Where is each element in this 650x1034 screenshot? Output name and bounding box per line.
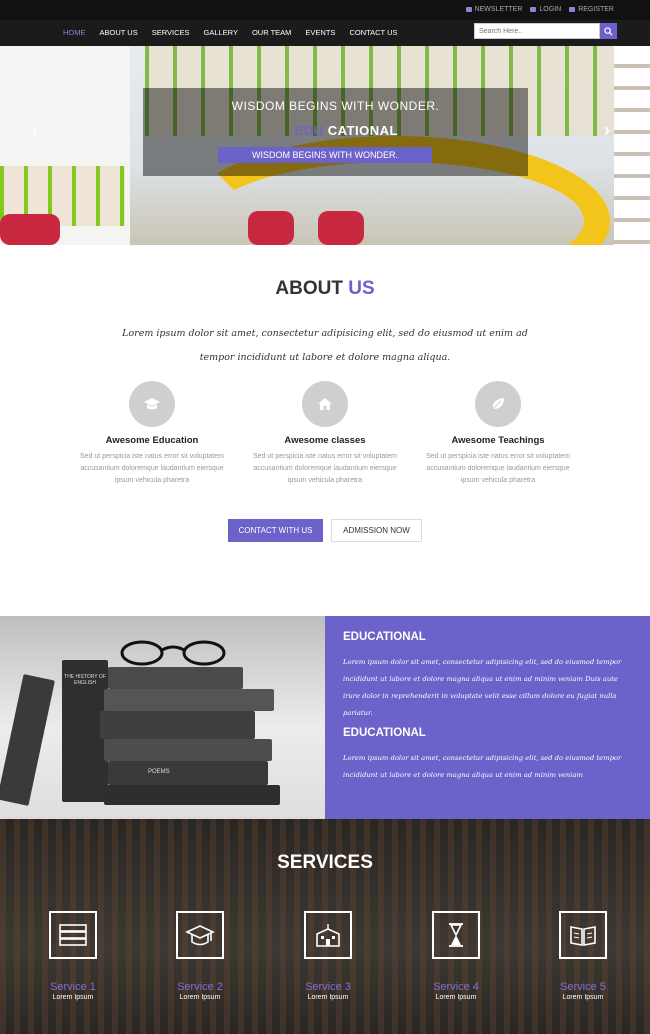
service-name: Service 4 — [433, 981, 479, 993]
hero-cta-button[interactable]: WISDOM BEGINS WITH WONDER. — [218, 147, 432, 163]
hero-photo-seat — [248, 211, 294, 245]
educational-heading: EDUCATIONAL — [343, 631, 426, 643]
top-links: NEWSLETTER LOGIN REGISTER — [465, 6, 614, 13]
hero-subtitle: EDU CATIONAL — [143, 123, 398, 138]
login-link[interactable]: LOGIN — [530, 6, 561, 13]
service-name: Service 2 — [177, 981, 223, 993]
book-title: POEMS — [148, 769, 170, 775]
service-sub: Lorem Ipsum — [179, 994, 221, 1001]
nav-item-gallery[interactable]: GALLERY — [197, 20, 245, 46]
home-icon — [302, 381, 348, 427]
feature-desc: Sed ut perspicia iste natus error sit vo… — [253, 453, 397, 484]
service-item-4[interactable]: Service 4 Lorem Ipsum — [421, 911, 491, 1001]
newsletter-link[interactable]: NEWSLETTER — [465, 6, 523, 13]
about-title-plain: ABOUT — [275, 278, 343, 299]
hero-title: WISDOM BEGINS WITH WONDER. — [231, 99, 440, 113]
contact-with-us-button[interactable]: CONTACT WITH US — [228, 519, 323, 542]
feature-desc: Sed ut perspicia iste natus error sit vo… — [426, 453, 570, 484]
services-title: SERVICES — [277, 852, 373, 873]
service-name: Service 3 — [305, 981, 351, 993]
leaf-icon — [475, 381, 521, 427]
slider-next-arrow[interactable]: › — [604, 120, 610, 141]
newsletter-label: NEWSLETTER — [474, 6, 523, 13]
educational-text: Lorem ipsum dolor sit amet, consectetur … — [343, 754, 622, 779]
service-item-1[interactable]: Service 1 Lorem Ipsum — [38, 911, 108, 1001]
educational-panel: EDUCATIONAL Lorem ipsum dolor sit amet, … — [325, 616, 650, 819]
hero-subtitle-highlight: EDU — [294, 123, 324, 138]
feature-title: Awesome Education — [105, 435, 199, 446]
slider-prev-arrow[interactable]: ‹ — [32, 120, 38, 141]
service-sub: Lorem Ipsum — [52, 994, 94, 1001]
mail-icon — [465, 7, 472, 12]
service-item-5[interactable]: Service 5 Lorem Ipsum — [548, 911, 618, 1001]
graduation-cap-icon — [176, 911, 224, 959]
nav-item-contact-us[interactable]: CONTACT US — [342, 20, 404, 46]
book: POEMS — [108, 761, 268, 785]
book — [104, 689, 274, 711]
feature-classes: Awesome classes Sed ut perspicia iste na… — [245, 381, 405, 487]
open-book-icon — [559, 911, 607, 959]
feature-title: Awesome Teachings — [451, 435, 545, 446]
register-link[interactable]: REGISTER — [569, 6, 614, 13]
search-icon — [604, 26, 613, 36]
about-title-highlight: US — [348, 278, 375, 299]
book — [104, 739, 272, 761]
nav-item-our-team[interactable]: OUR TEAM — [245, 20, 298, 46]
hourglass-icon — [432, 911, 480, 959]
admission-now-button[interactable]: ADMISSION NOW — [331, 519, 422, 542]
feature-teachings: Awesome Teachings Sed ut perspicia iste … — [418, 381, 578, 487]
about-text: Lorem ipsum dolor sit amet, consectetur … — [122, 328, 528, 363]
feature-education: Awesome Education Sed ut perspicia iste … — [72, 381, 232, 487]
user-icon — [569, 7, 576, 12]
book — [100, 711, 255, 739]
school-building-icon — [304, 911, 352, 959]
key-icon — [530, 7, 537, 12]
graduation-cap-icon — [129, 381, 175, 427]
service-sub: Lorem Ipsum — [562, 994, 604, 1001]
service-item-3[interactable]: Service 3 Lorem Ipsum — [293, 911, 363, 1001]
service-name: Service 1 — [50, 981, 96, 993]
nav-item-home[interactable]: HOME — [56, 20, 93, 46]
feature-desc: Sed ut perspicia iste natus error sit vo… — [80, 453, 224, 484]
book — [108, 667, 243, 689]
service-item-2[interactable]: Service 2 Lorem Ipsum — [165, 911, 235, 1001]
nav-item-events[interactable]: EVENTS — [298, 20, 342, 46]
educational-text: Lorem ipsum dolor sit amet, consectetur … — [343, 658, 622, 717]
service-name: Service 5 — [560, 981, 606, 993]
nav-item-services[interactable]: SERVICES — [145, 20, 197, 46]
top-bar: NEWSLETTER LOGIN REGISTER — [0, 0, 650, 20]
books-icon — [49, 911, 97, 959]
service-sub: Lorem Ipsum — [435, 994, 477, 1001]
nav-links: HOME ABOUT US SERVICES GALLERY OUR TEAM … — [56, 20, 405, 46]
feature-title: Awesome classes — [284, 435, 366, 446]
hero-subtitle-rest: CATIONAL — [327, 123, 398, 138]
book — [104, 785, 280, 805]
search-input[interactable] — [474, 23, 600, 39]
service-sub: Lorem Ipsum — [307, 994, 349, 1001]
glasses-icon — [120, 640, 226, 666]
book — [0, 674, 55, 806]
books-image: THE HISTORY OF ENGLISH POEMS — [0, 616, 325, 819]
book-title: THE HISTORY OF ENGLISH — [64, 674, 106, 686]
hero-photo-seat — [318, 211, 364, 245]
login-label: LOGIN — [539, 6, 562, 13]
nav-item-about-us[interactable]: ABOUT US — [93, 20, 145, 46]
hero-photo-seat — [0, 214, 60, 245]
about-title: ABOUT US — [0, 278, 650, 300]
search-button[interactable] — [600, 23, 617, 39]
hero-photo-shelf-right — [614, 46, 650, 245]
register-label: REGISTER — [578, 6, 614, 13]
educational-heading: EDUCATIONAL — [343, 727, 426, 739]
